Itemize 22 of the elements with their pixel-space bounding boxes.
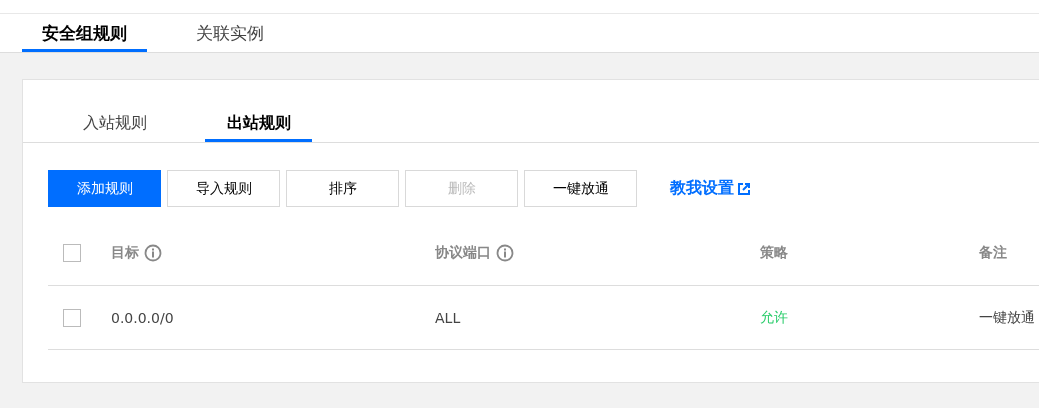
column-header: 协议端口 (435, 244, 491, 262)
table-cell-text: 允许 (760, 308, 789, 327)
external-link-icon (738, 182, 750, 195)
info-icon[interactable] (496, 244, 514, 262)
tab[interactable]: 入站规则 (61, 108, 168, 142)
table-cell-text: 一键放通 (979, 308, 1036, 327)
column-header: 目标 (111, 244, 139, 262)
table-cell-text: ALL (435, 309, 462, 326)
checkbox[interactable] (63, 308, 81, 327)
column-header: 策略 (760, 244, 788, 262)
tab[interactable]: 出站规则 (205, 108, 312, 142)
toolbar-button[interactable]: 一键放通 (524, 170, 637, 207)
help-link[interactable]: 教我设置 (670, 178, 750, 199)
tab[interactable]: 安全组规则 (22, 14, 147, 52)
checkbox[interactable] (63, 244, 81, 262)
table-cell-text: 0.0.0.0/0 (111, 309, 175, 326)
toolbar-button[interactable]: 导入规则 (167, 170, 280, 207)
column-header: 备注 (979, 244, 1007, 262)
tab[interactable]: 关联实例 (167, 14, 292, 52)
info-icon[interactable] (144, 244, 162, 262)
add-rule-button[interactable]: 添加规则 (48, 170, 161, 207)
toolbar-button[interactable]: 排序 (286, 170, 399, 207)
